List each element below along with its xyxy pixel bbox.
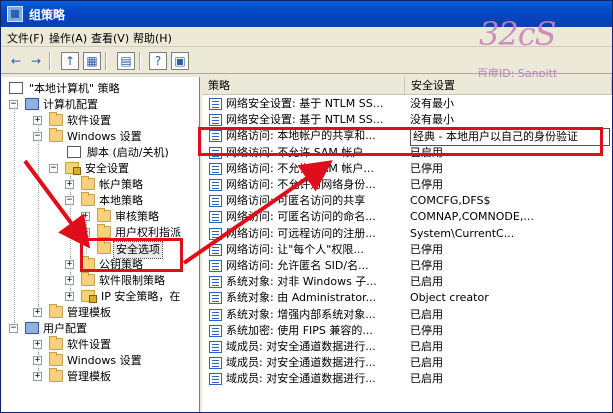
arrow-to-selected-policy	[182, 160, 333, 265]
arrow-to-security-options	[23, 159, 91, 249]
group-policy-window: 组策略 文件(F) 操作(A) 查看(V) 帮助(H) ← → ↑ ▦ ▤ ? …	[0, 0, 613, 413]
annotation-arrows	[23, 159, 333, 265]
